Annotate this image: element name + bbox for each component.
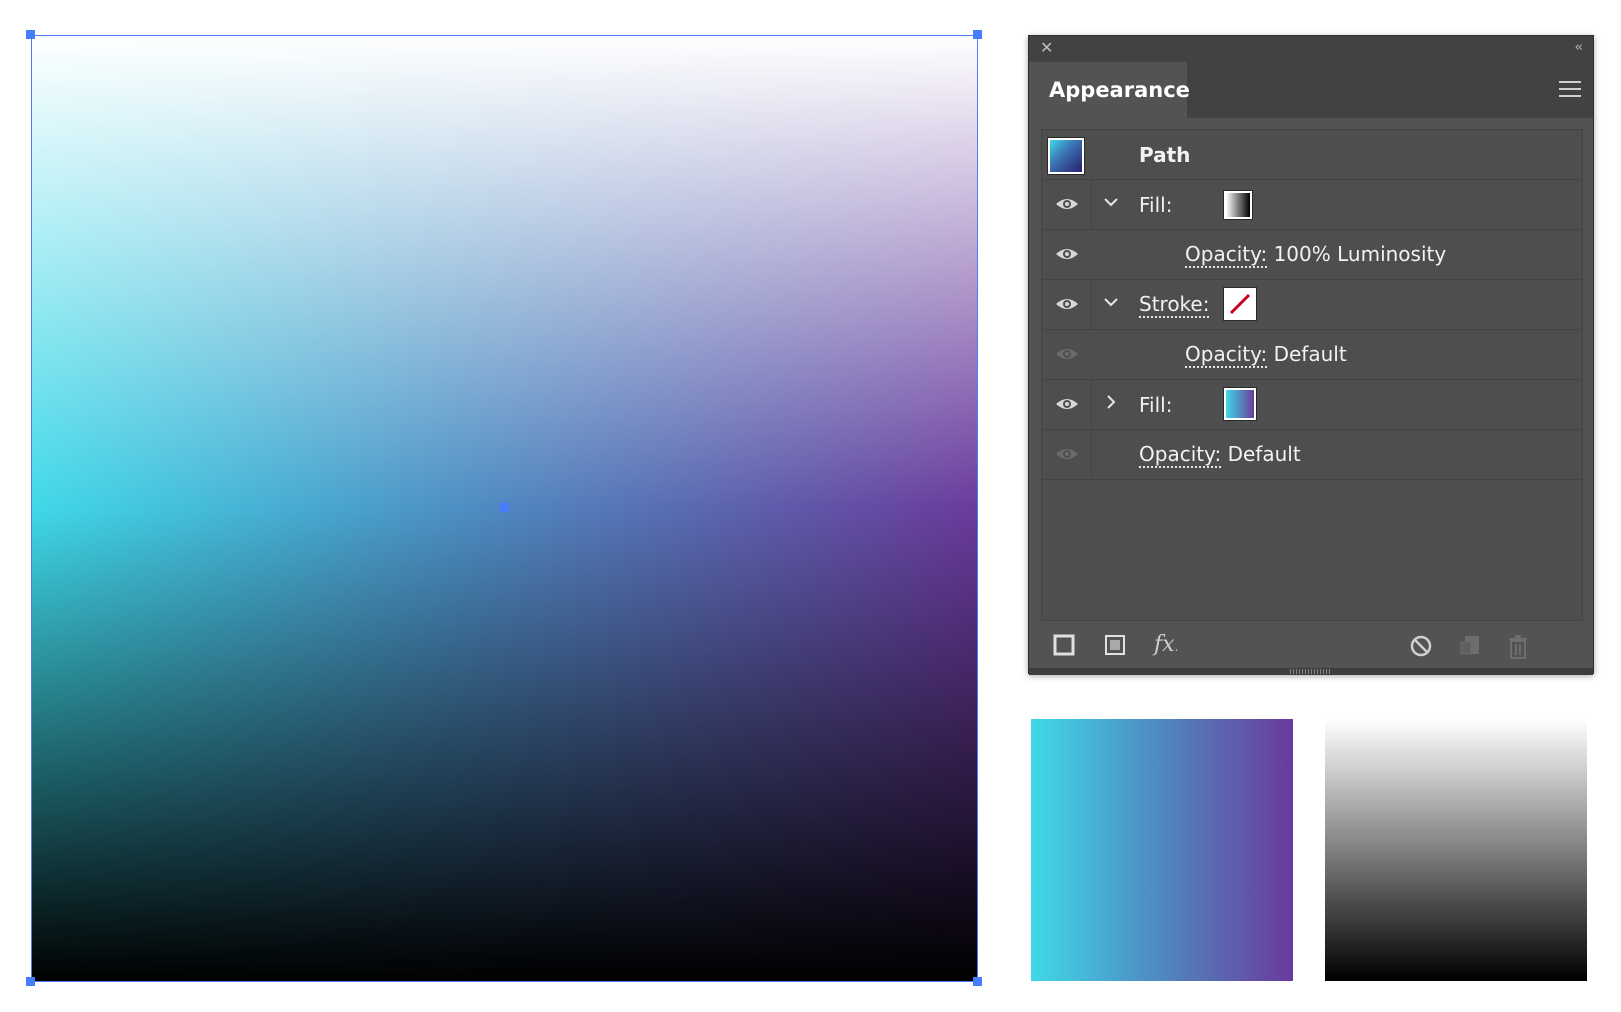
- visibility-toggle[interactable]: [1042, 280, 1092, 329]
- opacity-value: Default: [1227, 442, 1301, 466]
- visibility-toggle[interactable]: [1042, 230, 1092, 279]
- eye-icon[interactable]: [1055, 197, 1079, 211]
- tab-appearance[interactable]: Appearance: [1029, 62, 1190, 118]
- close-icon[interactable]: ✕: [1040, 39, 1053, 57]
- opacity-link[interactable]: Opacity:: [1185, 242, 1268, 268]
- visibility-toggle[interactable]: [1042, 330, 1092, 379]
- fill-row[interactable]: Fill:: [1042, 380, 1582, 430]
- visibility-toggle[interactable]: [1042, 380, 1092, 429]
- opacity-row-text: Opacity: Default: [1139, 442, 1301, 468]
- delete-item-icon[interactable]: [1507, 634, 1529, 660]
- eye-icon[interactable]: [1055, 397, 1079, 411]
- collapse-icon[interactable]: ‹‹: [1575, 40, 1584, 56]
- panel-footer: fx.: [1029, 626, 1593, 668]
- gray-gradient-sample[interactable]: [1325, 719, 1587, 981]
- visibility-toggle[interactable]: [1042, 430, 1092, 479]
- panel-title-bar: ✕ ‹‹: [1029, 36, 1593, 62]
- selection-handle-top-right[interactable]: [973, 30, 982, 39]
- stroke-row[interactable]: Stroke:: [1042, 280, 1582, 330]
- eye-icon[interactable]: [1055, 297, 1079, 311]
- opacity-row[interactable]: Opacity: Default: [1042, 330, 1582, 380]
- eye-icon[interactable]: [1055, 247, 1079, 261]
- opacity-value: 100% Luminosity: [1273, 242, 1447, 266]
- appearance-panel: ✕ ‹‹ Appearance Path Fill: Opacity: 100%…: [1028, 35, 1594, 675]
- stroke-link[interactable]: Stroke:: [1139, 292, 1210, 318]
- object-type-label: Path: [1139, 143, 1191, 167]
- opacity-row[interactable]: Opacity: Default: [1042, 430, 1582, 480]
- duplicate-item-icon[interactable]: [1459, 634, 1481, 658]
- fill-label: Fill:: [1139, 193, 1173, 217]
- fill-swatch[interactable]: [1223, 387, 1257, 421]
- stroke-label[interactable]: Stroke:: [1139, 292, 1210, 318]
- eye-icon[interactable]: [1055, 347, 1079, 361]
- chevron-down-icon[interactable]: [1104, 197, 1118, 207]
- color-gradient-sample[interactable]: [1031, 719, 1293, 981]
- opacity-row-text: Opacity: Default: [1185, 342, 1347, 368]
- selection-handle-top-left[interactable]: [26, 30, 35, 39]
- eye-icon[interactable]: [1055, 447, 1079, 461]
- opacity-link[interactable]: Opacity:: [1185, 342, 1268, 368]
- panel-tab-strip: Appearance: [1029, 62, 1593, 118]
- object-row[interactable]: Path: [1042, 130, 1582, 180]
- fill-row[interactable]: Fill:: [1042, 180, 1582, 230]
- opacity-row[interactable]: Opacity: 100% Luminosity: [1042, 230, 1582, 280]
- opacity-row-text: Opacity: 100% Luminosity: [1185, 242, 1447, 268]
- opacity-value: Default: [1273, 342, 1347, 366]
- object-thumbnail: [1047, 137, 1085, 175]
- selection-handle-bottom-right[interactable]: [973, 977, 982, 986]
- fx-icon[interactable]: fx.: [1154, 632, 1178, 657]
- visibility-toggle[interactable]: [1042, 180, 1092, 229]
- add-fill-icon[interactable]: [1104, 634, 1126, 656]
- panel-menu-icon[interactable]: [1559, 81, 1581, 97]
- selection-center-point[interactable]: [500, 503, 509, 512]
- add-stroke-icon[interactable]: [1053, 634, 1075, 656]
- selection-handle-bottom-left[interactable]: [26, 977, 35, 986]
- chevron-right-icon[interactable]: [1106, 395, 1116, 409]
- panel-resize-grip[interactable]: [1029, 668, 1593, 675]
- fill-label: Fill:: [1139, 393, 1173, 417]
- appearance-list: Path Fill: Opacity: 100% Luminosity Stro…: [1041, 129, 1583, 621]
- opacity-link[interactable]: Opacity:: [1139, 442, 1222, 468]
- chevron-down-icon[interactable]: [1104, 297, 1118, 307]
- clear-appearance-icon[interactable]: [1409, 634, 1433, 658]
- fill-swatch[interactable]: [1223, 190, 1253, 220]
- stroke-swatch-none[interactable]: [1223, 287, 1257, 321]
